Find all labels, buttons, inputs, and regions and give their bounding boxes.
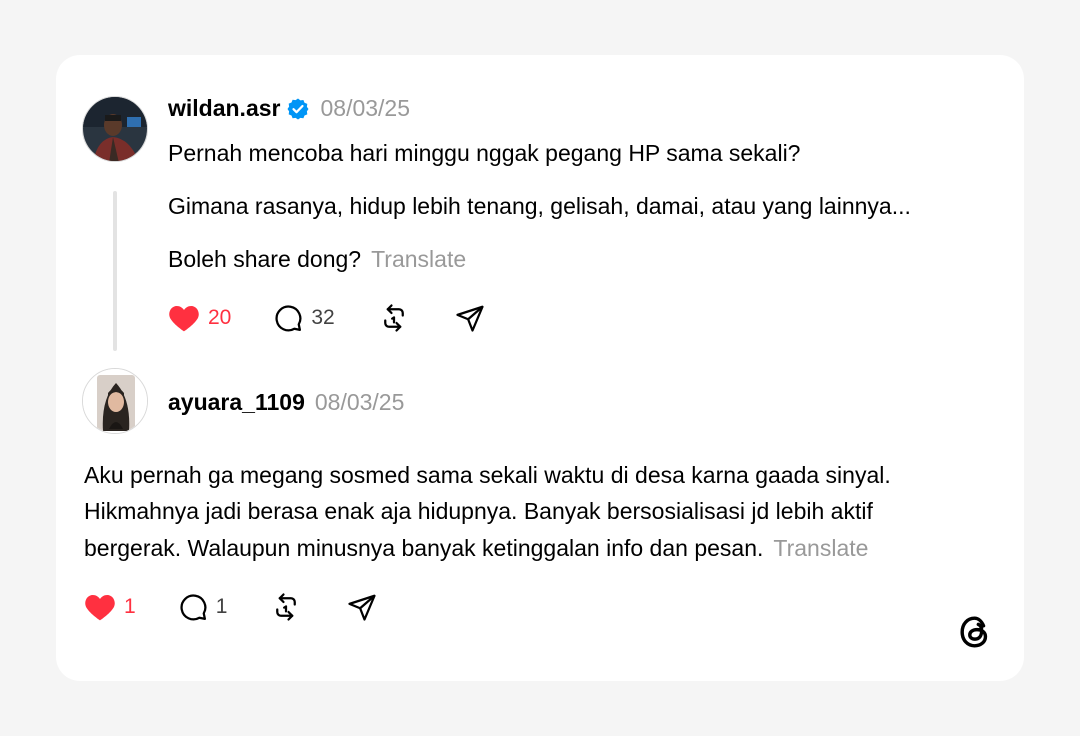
comment-icon — [275, 305, 302, 332]
reply-username[interactable]: ayuara_1109 — [168, 389, 305, 416]
reply-reply-button[interactable]: 1 — [178, 592, 228, 622]
threads-logo-icon — [956, 613, 994, 651]
heart-filled-icon — [85, 595, 115, 621]
reply-date: 08/03/25 — [314, 389, 405, 415]
post-date: 08/03/25 — [320, 95, 411, 121]
post-header: wildan.asr 08/03/25 — [168, 95, 410, 122]
post-text-line-3: Boleh share dong? Translate — [168, 241, 466, 277]
repost-icon — [276, 593, 297, 621]
post-text-line-2: Gimana rasanya, hidup lebih tenang, geli… — [168, 193, 911, 219]
reply-text-line-3-body: bergerak. Walaupun minusnya banyak ketin… — [84, 535, 764, 561]
comment-icon — [180, 594, 207, 621]
post-translate-link[interactable]: Translate — [371, 246, 466, 272]
reply-actions: 1 1 — [84, 592, 377, 622]
reply-like-button[interactable]: 1 — [84, 592, 136, 622]
post-reply-button[interactable]: 32 — [273, 303, 335, 333]
post-reply-count: 32 — [311, 306, 335, 329]
reply-reply-count: 1 — [215, 595, 228, 618]
post-username[interactable]: wildan.asr — [168, 95, 280, 122]
send-icon — [456, 305, 484, 332]
reply-header: ayuara_1109 08/03/25 — [168, 389, 404, 416]
reply-share-button[interactable] — [347, 592, 377, 622]
reply-like-count: 1 — [124, 595, 136, 618]
send-icon — [348, 594, 376, 621]
threads-card: wildan.asr 08/03/25 Pernah mencoba hari … — [56, 55, 1024, 681]
post-like-button[interactable]: 20 — [168, 303, 231, 333]
avatar-ayuara[interactable] — [82, 368, 148, 434]
reply-repost-button[interactable] — [271, 592, 301, 622]
reply-translate-link[interactable]: Translate — [773, 535, 868, 561]
reply-text-line-1: Aku pernah ga megang sosmed sama sekali … — [84, 462, 891, 488]
avatar-wildan[interactable] — [82, 96, 148, 162]
heart-filled-icon — [169, 306, 199, 332]
thread-connector-line — [113, 191, 117, 351]
verified-badge-icon — [286, 97, 310, 121]
post-text-line-3-body: Boleh share dong? — [168, 246, 362, 272]
repost-icon — [383, 304, 404, 332]
post-repost-button[interactable] — [379, 303, 409, 333]
reply-text-line-3: bergerak. Walaupun minusnya banyak ketin… — [84, 530, 868, 566]
post-text-line-1: Pernah mencoba hari minggu nggak pegang … — [168, 140, 801, 166]
post-actions: 20 32 — [168, 303, 485, 333]
reply-text-line-2: Hikmahnya jadi berasa enak aja hidupnya.… — [84, 498, 873, 524]
post-like-count: 20 — [208, 306, 232, 329]
post-share-button[interactable] — [455, 303, 485, 333]
